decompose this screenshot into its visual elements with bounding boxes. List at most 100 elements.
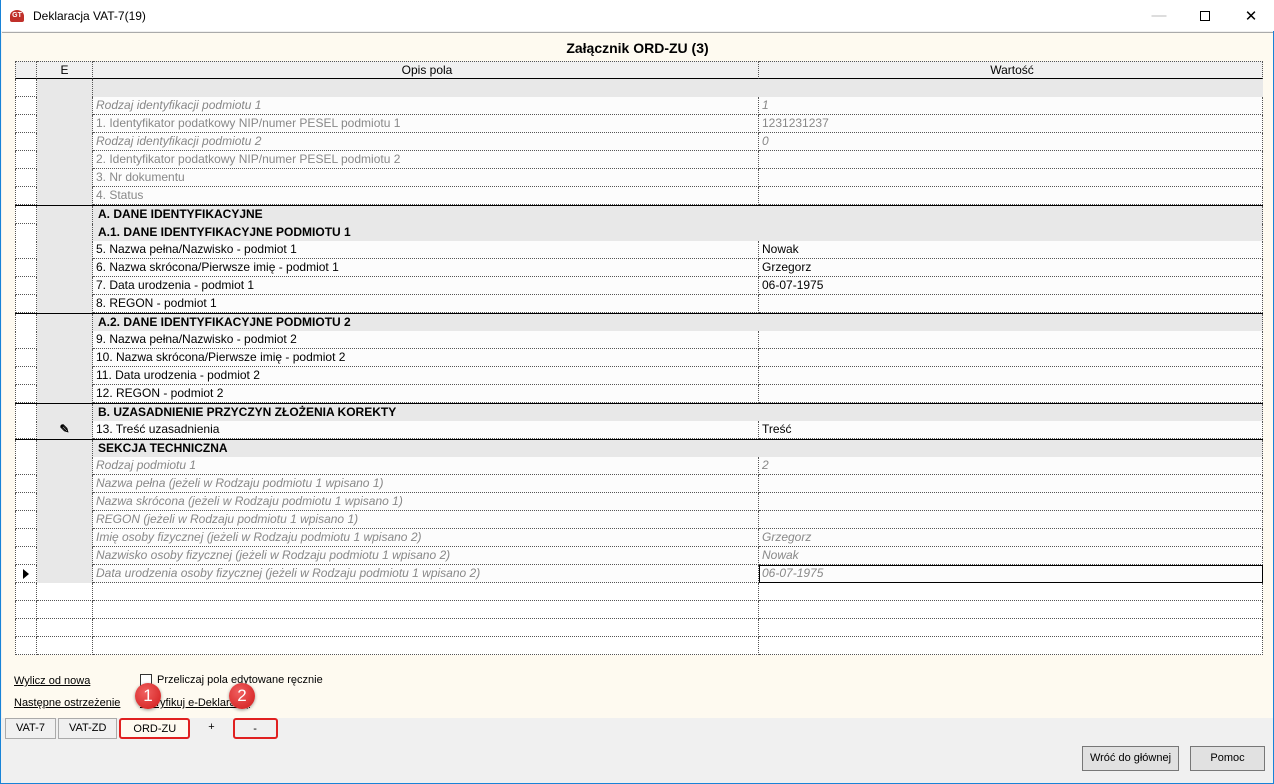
field-value[interactable]: 06-07-1975 [759,277,1263,295]
row-header[interactable] [15,259,37,277]
e-cell [37,259,93,277]
edit-pen-icon[interactable]: ✎ [37,421,92,438]
field-value[interactable] [759,187,1263,205]
field-description [93,583,759,601]
row-header[interactable] [15,151,37,169]
row-header[interactable] [15,457,37,475]
row-header[interactable] [15,349,37,367]
e-cell [37,115,93,133]
row-header[interactable] [15,601,37,619]
row-header[interactable] [15,97,37,115]
column-header-value[interactable]: Wartość [759,61,1263,79]
row-header[interactable] [15,547,37,565]
field-value[interactable]: 06-07-1975 [759,565,1263,583]
field-value[interactable] [759,637,1263,655]
row-header[interactable] [15,133,37,151]
tab-vat-zd[interactable]: VAT-ZD [57,718,118,739]
section-title: B. UZASADNIENIE PRZYCZYN ZŁOŻENIA KOREKT… [93,404,1263,422]
row-header[interactable] [15,637,37,655]
table-row: Nazwa skrócona (jeżeli w Rodzaju podmiot… [15,493,1263,511]
row-header[interactable] [15,187,37,205]
row-header[interactable] [15,224,37,242]
row-header[interactable] [15,529,37,547]
app-logo-icon: GT [10,9,24,22]
row-header[interactable] [15,511,37,529]
field-value[interactable] [759,151,1263,169]
section-title: SEKCJA TECHNICZNA [93,440,1263,458]
field-value[interactable] [759,349,1263,367]
tab-vat-7[interactable]: VAT-7 [5,718,56,739]
current-row-arrow-icon [23,569,29,579]
field-value[interactable]: 2 [759,457,1263,475]
field-description: Rodzaj identyfikacji podmiotu 2 [93,133,759,151]
close-button[interactable]: ✕ [1228,0,1274,31]
section-row: SEKCJA TECHNICZNA [15,439,1263,458]
table-row: 8. REGON - podmiot 1 [15,295,1263,313]
window: GT Deklaracja VAT-7(19) — ✕ Załącznik OR… [0,0,1274,784]
field-value[interactable]: Grzegorz [759,529,1263,547]
next-warning-link[interactable]: Następne ostrzeżenie [14,697,120,709]
table-row: 4. Status [15,187,1263,205]
e-cell [37,440,93,458]
table-row: Rodzaj identyfikacji podmiotu 20 [15,133,1263,151]
table-row: ✎ 13. Treść uzasadnienia Treść [15,421,1263,439]
row-header[interactable] [15,295,37,313]
minimize-button[interactable]: — [1136,0,1182,31]
add-tab-button[interactable]: + [192,718,230,739]
field-value[interactable] [759,583,1263,601]
field-description [93,637,759,655]
field-value[interactable] [759,295,1263,313]
field-value[interactable] [759,475,1263,493]
column-header-e[interactable]: E [37,61,93,79]
row-header[interactable] [15,206,37,224]
maximize-button[interactable] [1182,0,1228,31]
remove-tab-button[interactable]: - [232,718,278,739]
row-header[interactable] [15,619,37,637]
row-header[interactable] [15,475,37,493]
row-header[interactable] [15,314,37,332]
field-value[interactable] [759,385,1263,403]
e-cell [37,314,93,332]
e-cell [37,511,93,529]
field-value[interactable] [759,601,1263,619]
row-header[interactable] [15,367,37,385]
field-value[interactable]: Nowak [759,241,1263,259]
row-header[interactable] [15,331,37,349]
row-header[interactable] [15,565,37,583]
field-description: Nazwa skrócona (jeżeli w Rodzaju podmiot… [93,493,759,511]
field-value[interactable]: Nowak [759,547,1263,565]
row-header[interactable] [15,583,37,601]
field-value[interactable]: 0 [759,133,1263,151]
table-row: REGON (jeżeli w Rodzaju podmiotu 1 wpisa… [15,511,1263,529]
field-value[interactable] [759,367,1263,385]
field-value[interactable] [759,331,1263,349]
row-header[interactable] [15,79,37,97]
field-description: 7. Data urodzenia - podmiot 1 [93,277,759,295]
back-to-main-button[interactable]: Wróć do głównej [1082,746,1179,771]
field-value[interactable]: Grzegorz [759,259,1263,277]
row-header[interactable] [15,277,37,295]
field-description: 11. Data urodzenia - podmiot 2 [93,367,759,385]
field-value[interactable]: 1231231237 [759,115,1263,133]
row-header[interactable] [15,421,37,439]
tab-ord-zu[interactable]: ORD-ZU [119,718,191,739]
recalculate-link[interactable]: Wylicz od nowa [14,675,90,687]
column-header-desc[interactable]: Opis pola [93,61,759,79]
row-header[interactable] [15,115,37,133]
field-description: 8. REGON - podmiot 1 [93,295,759,313]
e-cell [37,133,93,151]
field-value[interactable] [759,493,1263,511]
row-header[interactable] [15,169,37,187]
row-header[interactable] [15,385,37,403]
section-title: A.2. DANE IDENTYFIKACYJNE PODMIOTU 2 [93,314,1263,332]
field-value[interactable]: 1 [759,97,1263,115]
field-value[interactable] [759,619,1263,637]
row-header[interactable] [15,493,37,511]
row-header[interactable] [15,440,37,458]
field-value[interactable] [759,511,1263,529]
field-value[interactable] [759,169,1263,187]
help-button[interactable]: Pomoc [1190,746,1265,771]
field-value[interactable]: Treść [759,421,1263,439]
row-header[interactable] [15,404,37,422]
row-header[interactable] [15,241,37,259]
